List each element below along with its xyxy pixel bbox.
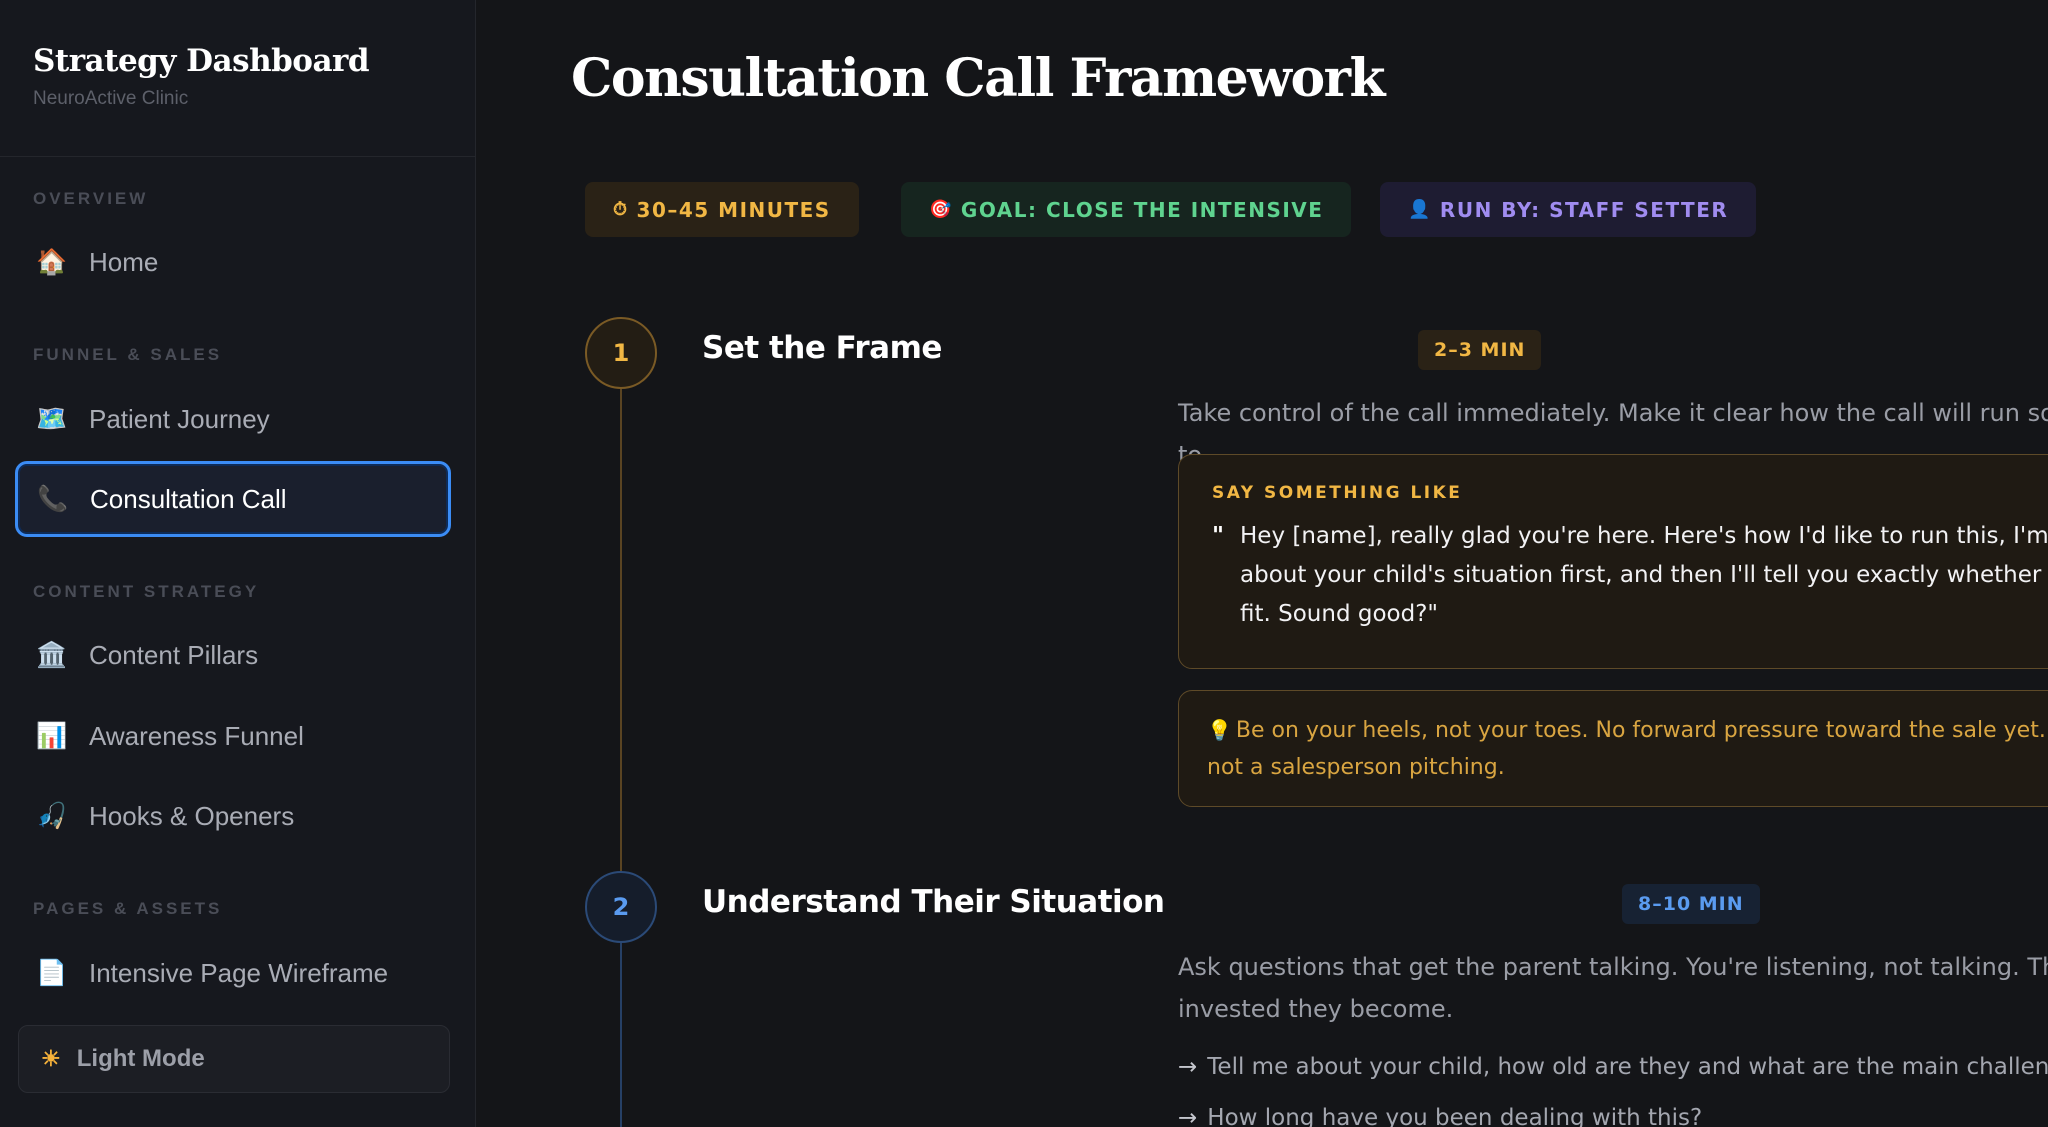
sidebar-item-consultation-call[interactable]: 📞 Consultation Call bbox=[15, 461, 451, 537]
sidebar-item-label: Intensive Page Wireframe bbox=[89, 957, 389, 988]
sidebar-item-home[interactable]: 🏠 Home bbox=[15, 224, 451, 300]
sidebar-item-awareness-funnel[interactable]: 📊 Awareness Funnel bbox=[15, 698, 451, 774]
house-icon: 🏠 bbox=[36, 247, 68, 276]
tip-text: Be on your heels, not your toes. No forw… bbox=[1207, 718, 2048, 780]
quote-mark: " bbox=[1212, 523, 1224, 549]
sidebar: Strategy Dashboard NeuroActive Clinic OV… bbox=[0, 0, 476, 1127]
brand-title: Strategy Dashboard bbox=[33, 43, 370, 79]
run-by-badge-label: RUN BY: STAFF SETTER bbox=[1439, 197, 1729, 222]
tip-card: 💡 Be on your heels, not your toes. No for… bbox=[1178, 690, 2048, 807]
sidebar-item-label: Consultation Call bbox=[90, 483, 287, 514]
run-by-badge: 👤 RUN BY: STAFF SETTER bbox=[1380, 182, 1757, 237]
timer-icon: ⏱ bbox=[613, 199, 629, 220]
arrow-right-icon: → bbox=[1178, 1105, 1198, 1127]
question-text: Tell me about your child, how old are th… bbox=[1207, 1054, 2048, 1080]
script-label: SAY SOMETHING LIKE bbox=[1212, 483, 1463, 503]
sidebar-item-intensive-page-wireframe[interactable]: 📄 Intensive Page Wireframe bbox=[15, 935, 451, 1011]
sidebar-item-label: Content Pillars bbox=[89, 639, 259, 670]
app-window: Strategy Dashboard NeuroActive Clinic OV… bbox=[0, 0, 2048, 1127]
sidebar-item-content-pillars[interactable]: 🏛️ Content Pillars bbox=[15, 617, 451, 693]
pillars-icon: 🏛️ bbox=[36, 640, 68, 669]
sun-icon: ☀ bbox=[41, 1046, 61, 1071]
document-icon: 📄 bbox=[36, 958, 68, 987]
question-item: → Tell me about your child, how old are t… bbox=[1178, 1054, 2048, 1080]
step-number-badge: 2 bbox=[585, 871, 657, 943]
step-title: Set the Frame bbox=[702, 330, 942, 366]
target-icon: 🎯 bbox=[929, 199, 953, 220]
step-duration-badge: 8–10 MIN bbox=[1622, 884, 1760, 924]
phone-icon: 📞 bbox=[37, 484, 69, 513]
section-label-overview: OVERVIEW bbox=[33, 189, 149, 208]
fishing-pole-icon: 🎣 bbox=[36, 801, 68, 830]
sidebar-item-label: Awareness Funnel bbox=[89, 720, 304, 751]
section-label-funnel-sales: FUNNEL & SALES bbox=[33, 345, 223, 364]
lightbulb-icon: 💡 bbox=[1207, 718, 1232, 742]
goal-badge: 🎯 GOAL: CLOSE THE INTENSIVE bbox=[901, 182, 1352, 237]
map-icon: 🗺️ bbox=[36, 404, 68, 433]
arrow-right-icon: → bbox=[1178, 1054, 1198, 1080]
section-label-pages-assets: PAGES & ASSETS bbox=[33, 899, 223, 918]
sidebar-item-label: Home bbox=[89, 246, 159, 277]
sidebar-item-label: Hooks & Openers bbox=[89, 800, 295, 831]
step-duration-badge: 2–3 MIN bbox=[1418, 330, 1542, 370]
sidebar-item-label: Patient Journey bbox=[89, 403, 270, 434]
script-text: Hey [name], really glad you're here. Her… bbox=[1240, 523, 2048, 627]
sidebar-item-hooks-openers[interactable]: 🎣 Hooks & Openers bbox=[15, 778, 451, 854]
light-mode-toggle[interactable]: ☀ Light Mode bbox=[18, 1025, 450, 1093]
step-title: Understand Their Situation bbox=[702, 884, 1165, 920]
step-number-badge: 1 bbox=[585, 317, 657, 389]
script-card: SAY SOMETHING LIKE " Hey [name], really … bbox=[1178, 454, 2048, 669]
step-description: Ask questions that get the parent talkin… bbox=[1178, 953, 2048, 1023]
duration-badge: ⏱ 30–45 MINUTES bbox=[585, 182, 859, 237]
person-icon: 👤 bbox=[1408, 199, 1432, 220]
main-content: Consultation Call Framework ⏱ 30–45 MINU… bbox=[476, 0, 2048, 1127]
duration-badge-label: 30–45 MINUTES bbox=[636, 197, 831, 222]
goal-badge-label: GOAL: CLOSE THE INTENSIVE bbox=[960, 197, 1324, 222]
light-mode-label: Light Mode bbox=[76, 1045, 205, 1072]
script-quote: " Hey [name], really glad you're here. H… bbox=[1212, 517, 2048, 634]
bar-chart-icon: 📊 bbox=[36, 721, 68, 750]
timeline-connector bbox=[620, 389, 622, 871]
page-title: Consultation Call Framework bbox=[571, 48, 1386, 109]
sidebar-item-patient-journey[interactable]: 🗺️ Patient Journey bbox=[15, 381, 451, 457]
brand-header: Strategy Dashboard NeuroActive Clinic bbox=[0, 0, 475, 157]
question-text: How long have you been dealing with this… bbox=[1207, 1105, 1703, 1127]
section-label-content-strategy: CONTENT STRATEGY bbox=[33, 582, 260, 601]
timeline-connector bbox=[620, 943, 622, 1127]
brand-subtitle: NeuroActive Clinic bbox=[33, 88, 189, 109]
question-item: → How long have you been dealing with thi… bbox=[1178, 1105, 1702, 1127]
